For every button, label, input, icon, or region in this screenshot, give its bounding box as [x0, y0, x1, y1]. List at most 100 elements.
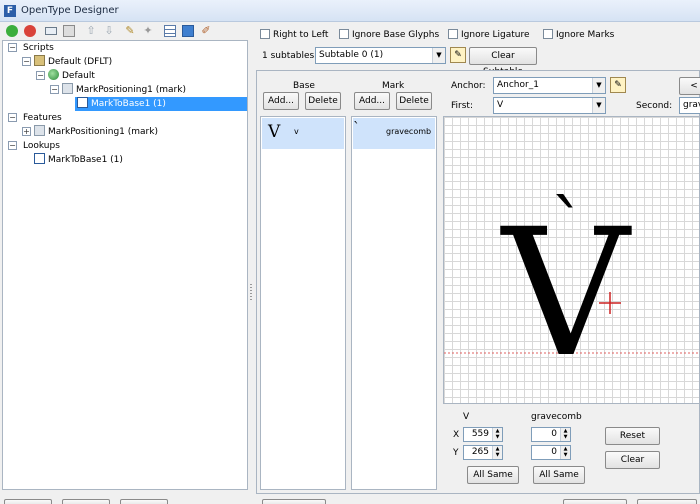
tree-node-marktobase-selected[interactable]: MarkToBase1 (1)	[75, 97, 247, 111]
pane-splitter[interactable]	[248, 22, 254, 504]
lookup-icon	[77, 97, 88, 108]
move-down-icon[interactable]: ⇩	[103, 25, 115, 37]
edit-subtable-button[interactable]: ✎	[450, 47, 466, 63]
reset-button[interactable]: Reset	[605, 427, 660, 445]
brush-icon[interactable]: ✐	[200, 25, 212, 37]
tree-node-label: Default (DFLT)	[48, 57, 113, 67]
rename-icon[interactable]	[45, 27, 57, 35]
app-icon: F	[4, 5, 16, 17]
collapse-default-dflt-icon[interactable]: −	[22, 57, 31, 66]
edit-icon: ✎	[454, 50, 462, 60]
collapse-features-icon[interactable]: −	[8, 113, 17, 122]
mark-all-same-button[interactable]: All Same	[533, 466, 585, 484]
list-item[interactable]: ` gravecomb	[353, 118, 435, 149]
stepper-arrows-icon[interactable]: ▲ ▼	[492, 446, 502, 459]
collapse-scripts-icon[interactable]: −	[8, 43, 17, 52]
right-to-left-checkbox[interactable]: Right to Left	[260, 29, 328, 41]
lookup-icon	[34, 153, 45, 164]
tree-node-features[interactable]: Features	[23, 111, 62, 125]
tree-node-feature-markpositioning[interactable]: MarkPositioning1 (mark)	[34, 125, 158, 139]
mark-y-stepper[interactable]: 0 ▲ ▼	[531, 445, 571, 460]
edit-icon: ✎	[614, 80, 622, 90]
y-label: Y	[453, 448, 459, 458]
tree-node-lookup-marktobase[interactable]: MarkToBase1 (1)	[34, 153, 123, 167]
mark-list[interactable]: ` gravecomb	[351, 116, 437, 490]
mark-glyph: `	[550, 185, 587, 271]
stepper-arrows-icon[interactable]: ▲ ▼	[560, 446, 570, 459]
list-item[interactable]: V v	[262, 118, 344, 149]
base-position-header: V	[463, 412, 470, 422]
lookup-tree[interactable]: − Scripts − Default (DFLT) − Default − M…	[2, 40, 248, 490]
title-bar: F OpenType Designer	[0, 0, 700, 22]
tree-node-lookups[interactable]: Lookups	[23, 139, 60, 153]
second-label: Second:	[636, 101, 673, 111]
collapse-lookups-icon[interactable]: −	[8, 141, 17, 150]
glyph-preview-canvas[interactable]: V `	[443, 116, 700, 404]
language-icon	[48, 69, 59, 80]
table-icon[interactable]	[164, 25, 176, 37]
feature-icon	[62, 83, 73, 94]
expand-feature-icon[interactable]: +	[22, 127, 31, 136]
subtable-count-label: 1 subtables	[262, 51, 315, 61]
ignore-ligature-checkbox[interactable]: Ignore Ligature	[448, 29, 530, 41]
splitter-grip	[250, 284, 252, 302]
subtable-select[interactable]: Subtable 0 (1) ▼	[315, 47, 446, 64]
copy-icon[interactable]	[63, 25, 75, 37]
add-icon[interactable]	[6, 25, 18, 37]
bottom-button-6[interactable]	[637, 499, 697, 504]
base-all-same-button[interactable]: All Same	[467, 466, 519, 484]
stepper-arrows-icon[interactable]: ▲ ▼	[560, 428, 570, 441]
chevron-down-icon: ▼	[432, 48, 445, 63]
bottom-button-4[interactable]	[262, 499, 326, 504]
clear-button[interactable]: Clear	[605, 451, 660, 469]
stepper-arrows-icon[interactable]: ▲ ▼	[492, 428, 502, 441]
tree-node-scripts[interactable]: Scripts	[23, 41, 54, 55]
ignore-marks-checkbox[interactable]: Ignore Marks	[543, 29, 614, 41]
anchor-label: Anchor:	[451, 81, 486, 91]
ignore-base-glyphs-checkbox[interactable]: Ignore Base Glyphs	[339, 29, 439, 41]
base-y-stepper[interactable]: 265 ▲ ▼	[463, 445, 503, 460]
mark-position-header: gravecomb	[531, 412, 582, 422]
base-header: Base	[293, 81, 315, 91]
base-add-button[interactable]: Add...	[263, 92, 299, 110]
remove-icon[interactable]	[24, 25, 36, 37]
bottom-button-5[interactable]	[563, 499, 627, 504]
bottom-button-2[interactable]	[62, 499, 110, 504]
script-icon	[34, 55, 45, 66]
mark-glyph-name: gravecomb	[386, 127, 432, 136]
move-up-icon[interactable]: ⇧	[85, 25, 97, 37]
bottom-button-3[interactable]	[120, 499, 168, 504]
tree-node-label: MarkToBase1 (1)	[91, 99, 166, 109]
base-list[interactable]: V v	[260, 116, 346, 490]
preview-svg: V `	[444, 185, 699, 396]
tree-node-markpositioning[interactable]: MarkPositioning1 (mark)	[62, 83, 186, 97]
chevron-down-icon: ▼	[592, 98, 605, 113]
tree-toolbar: ⇧ ⇩ ✎ ✦ ✐	[0, 22, 248, 40]
mark-glyph-preview: `	[353, 120, 360, 136]
first-glyph-select[interactable]: V ▼	[493, 97, 606, 114]
mark-add-button[interactable]: Add...	[354, 92, 390, 110]
preview-icon[interactable]	[182, 25, 194, 37]
base-x-stepper[interactable]: 559 ▲ ▼	[463, 427, 503, 442]
bottom-button-1[interactable]	[4, 499, 52, 504]
previous-button[interactable]: <	[679, 77, 700, 95]
collapse-markpos-icon[interactable]: −	[50, 85, 59, 94]
tree-node-default-dflt[interactable]: Default (DFLT)	[34, 55, 112, 69]
base-glyph-preview: V	[268, 122, 281, 142]
tree-node-label: MarkPositioning1 (mark)	[76, 85, 186, 95]
tree-node-default[interactable]: Default	[48, 69, 95, 83]
second-glyph-select[interactable]: grav	[679, 97, 700, 114]
mark-delete-button[interactable]: Delete	[396, 92, 432, 110]
window-title: OpenType Designer	[21, 5, 119, 16]
chevron-down-icon: ▼	[592, 78, 605, 93]
base-delete-button[interactable]: Delete	[305, 92, 341, 110]
edit-anchor-button[interactable]: ✎	[610, 77, 626, 93]
anchor-select[interactable]: Anchor_1 ▼	[493, 77, 606, 94]
wand-icon[interactable]: ✦	[142, 25, 154, 37]
mark-x-stepper[interactable]: 0 ▲ ▼	[531, 427, 571, 442]
edit-icon[interactable]: ✎	[124, 25, 136, 37]
first-label: First:	[451, 101, 473, 111]
feature-icon	[34, 125, 45, 136]
clear-subtable-button[interactable]: Clear Subtable	[469, 47, 537, 77]
collapse-default-icon[interactable]: −	[36, 71, 45, 80]
